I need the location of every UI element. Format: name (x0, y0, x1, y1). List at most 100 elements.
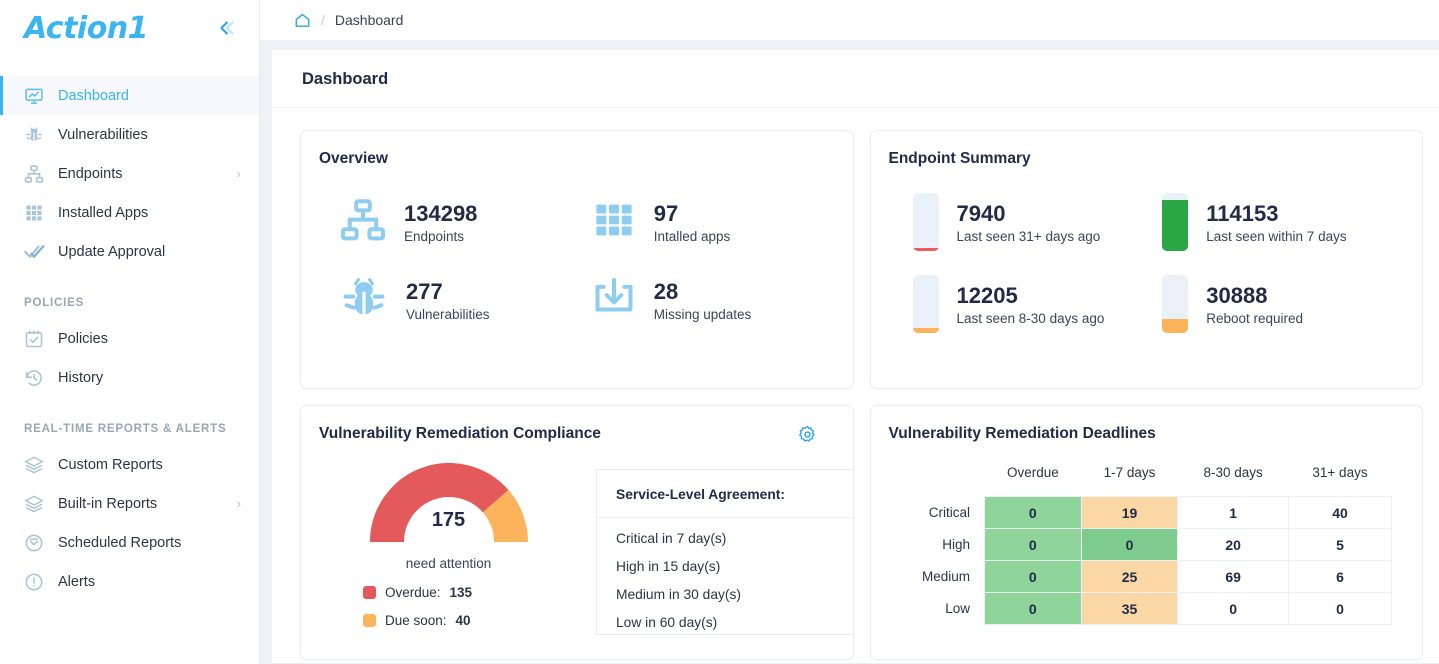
sla-item: Low in 60 day(s) (597, 602, 854, 630)
sidebar-item-vulnerabilities[interactable]: Vulnerabilities (0, 115, 259, 154)
table-column-header: 1-7 days (1081, 465, 1178, 497)
overview-stats: 134298 Endpoints (301, 168, 853, 328)
endpoint-summary-items: 7940 Last seen 31+ days ago 114153 (871, 168, 1423, 333)
double-check-icon (24, 241, 50, 262)
fill-bar-indicator (1162, 193, 1188, 251)
sidebar-section-reports-label: REAL-TIME REPORTS & ALERTS (0, 423, 259, 435)
sidebar-item-label: Custom Reports (58, 457, 163, 473)
overview-stat-vulnerabilities[interactable]: 277 Vulnerabilities (339, 273, 591, 328)
gear-icon[interactable] (798, 425, 817, 449)
sidebar-item-update-approval[interactable]: Update Approval (0, 232, 259, 271)
brand-logo[interactable]: Action1 (24, 11, 148, 46)
main-area: / Dashboard Dashboard Overview (260, 0, 1439, 664)
sidebar-item-label: History (58, 370, 103, 386)
sidebar-nav: Dashboard (0, 76, 259, 601)
table-cell[interactable]: 1 (1178, 497, 1289, 529)
table-cell[interactable]: 0 (985, 529, 1082, 561)
sidebar-item-history[interactable]: History (0, 358, 259, 397)
overview-stat-label: Intalled apps (654, 229, 731, 244)
breadcrumb-current[interactable]: Dashboard (335, 12, 404, 28)
table-cell[interactable]: 20 (1178, 529, 1289, 561)
dashboard-panel: Dashboard Overview (272, 49, 1439, 664)
page-title: Dashboard (272, 50, 1439, 108)
table-cell[interactable]: 0 (1178, 593, 1289, 625)
app-root: Action1 Dashboard (0, 0, 1439, 664)
table-column-header: 8-30 days (1178, 465, 1289, 497)
overview-stat-label: Vulnerabilities (406, 307, 490, 322)
sidebar-item-installed-apps[interactable]: Installed Apps (0, 193, 259, 232)
gauge-legend: Overdue: 135 Due soon: 40 (363, 585, 472, 641)
sidebar-section-policies-label: POLICIES (0, 297, 259, 309)
sitemap-icon (24, 164, 50, 184)
overview-stat-value: 97 (654, 201, 731, 226)
overview-stat-endpoints[interactable]: 134298 Endpoints (339, 196, 591, 249)
endpoint-summary-title-row: Endpoint Summary (871, 131, 1423, 168)
table-cell[interactable]: 0 (985, 593, 1082, 625)
gauge-total-value: 175 (370, 509, 528, 532)
home-icon[interactable] (294, 12, 311, 29)
deadlines-table: Overdue 1-7 days 8-30 days 31+ days Crit… (893, 465, 1393, 625)
overview-stat-installed-apps[interactable]: 97 Intalled apps (591, 196, 843, 249)
deadlines-card: Vulnerability Remediation Deadlines Over… (870, 405, 1424, 660)
table-cell[interactable]: 6 (1289, 561, 1392, 593)
table-cell[interactable]: 69 (1178, 561, 1289, 593)
download-inbox-icon (591, 275, 637, 326)
endpoint-item-value: 7940 (957, 201, 1101, 227)
table-row: Low 0 35 0 0 (893, 593, 1392, 625)
sidebar-item-label: Update Approval (58, 244, 165, 260)
table-corner-cell (893, 465, 985, 497)
compliance-body: 175 need attention Overdue: 135 (301, 449, 853, 641)
endpoint-item-reboot-required[interactable]: 30888 Reboot required (1162, 275, 1412, 333)
sidebar-item-scheduled-reports[interactable]: Scheduled Reports (0, 523, 259, 562)
table-cell[interactable]: 0 (1289, 593, 1392, 625)
monitor-chart-icon (24, 86, 50, 106)
table-cell[interactable]: 0 (985, 561, 1082, 593)
endpoint-item-last-seen-31-plus[interactable]: 7940 Last seen 31+ days ago (913, 193, 1163, 251)
sidebar: Action1 Dashboard (0, 0, 260, 664)
sidebar-item-policies[interactable]: Policies (0, 319, 259, 358)
grid-apps-icon (24, 203, 50, 223)
endpoint-item-label: Last seen within 7 days (1206, 229, 1346, 244)
sidebar-item-endpoints[interactable]: Endpoints › (0, 154, 259, 193)
endpoint-item-label: Last seen 8-30 days ago (957, 311, 1105, 326)
sla-panel: Service-Level Agreement: Critical in 7 d… (596, 469, 854, 635)
content-scroll-area: Dashboard Overview (272, 40, 1439, 664)
table-cell[interactable]: 0 (1081, 529, 1178, 561)
fill-bar-indicator (913, 275, 939, 333)
deadlines-table-wrap: Overdue 1-7 days 8-30 days 31+ days Crit… (871, 443, 1423, 625)
sidebar-item-alerts[interactable]: Alerts (0, 562, 259, 601)
history-clock-icon (24, 368, 50, 388)
layers-icon (24, 494, 50, 514)
sidebar-item-label: Alerts (58, 574, 95, 590)
compliance-title-row: Vulnerability Remediation Compliance (301, 406, 853, 449)
endpoint-item-value: 30888 (1206, 283, 1303, 309)
table-column-header: 31+ days (1289, 465, 1392, 497)
exclamation-circle-icon (24, 572, 50, 592)
endpoint-item-last-seen-within-7[interactable]: 114153 Last seen within 7 days (1162, 193, 1412, 251)
table-row: Critical 0 19 1 40 (893, 497, 1392, 529)
sidebar-item-dashboard[interactable]: Dashboard (0, 76, 259, 115)
overview-stat-missing-updates[interactable]: 28 Missing updates (591, 273, 843, 328)
cards-grid: Overview (272, 108, 1439, 660)
table-cell[interactable]: 25 (1081, 561, 1178, 593)
endpoint-item-label: Last seen 31+ days ago (957, 229, 1101, 244)
chevron-right-icon: › (237, 166, 241, 181)
table-cell[interactable]: 5 (1289, 529, 1392, 561)
endpoint-item-last-seen-8-30[interactable]: 12205 Last seen 8-30 days ago (913, 275, 1163, 333)
legend-item-overdue: Overdue: 135 (363, 585, 472, 600)
sidebar-item-builtin-reports[interactable]: Built-in Reports › (0, 484, 259, 523)
chevrons-left-icon[interactable] (215, 17, 237, 39)
compliance-title: Vulnerability Remediation Compliance (319, 425, 601, 443)
table-cell[interactable]: 40 (1289, 497, 1392, 529)
sidebar-item-custom-reports[interactable]: Custom Reports (0, 445, 259, 484)
table-column-header: Overdue (985, 465, 1082, 497)
endpoint-summary-title: Endpoint Summary (889, 150, 1031, 168)
fill-bar-indicator (913, 193, 939, 251)
table-cell[interactable]: 0 (985, 497, 1082, 529)
legend-value: 40 (456, 613, 471, 628)
endpoint-item-value: 12205 (957, 283, 1105, 309)
table-cell[interactable]: 19 (1081, 497, 1178, 529)
table-row-label: Critical (893, 497, 985, 529)
table-cell[interactable]: 35 (1081, 593, 1178, 625)
table-header-row: Overdue 1-7 days 8-30 days 31+ days (893, 465, 1392, 497)
